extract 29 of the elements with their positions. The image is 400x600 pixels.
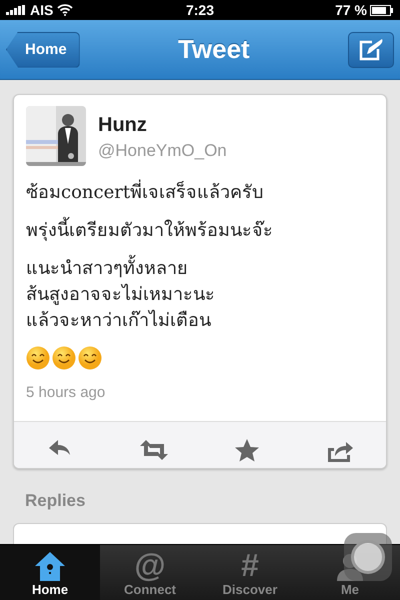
user-handle: @HoneYmO_On (98, 141, 227, 161)
back-button[interactable]: Home (6, 32, 80, 68)
battery-percent: 77 % (335, 2, 367, 18)
screen-title: Tweet (178, 34, 250, 65)
house-icon (34, 551, 66, 581)
clock-time: 7:23 (184, 2, 215, 18)
signal-icon (6, 5, 26, 15)
tab-icon: @ (134, 549, 166, 581)
tab-button[interactable]: @ Connect (100, 545, 200, 600)
tweet-text: พรุ่งนี้เตรียมตัวมาให้พร้อมนะจ๊ะ (26, 218, 374, 244)
section-heading: Replies (25, 491, 86, 512)
wifi-icon (57, 4, 74, 16)
compose-icon (358, 38, 384, 62)
tweet-text: ส้นสูงอาจจะไม่เหมาะนะ (26, 282, 216, 307)
tab-icon: # (241, 549, 259, 581)
user-name: Hunz (98, 114, 148, 137)
battery-icon (370, 4, 394, 16)
tweet-text: ซ้อมconcertพี่เจเสร็จแล้วครับ (26, 180, 374, 206)
carrier-name: AIS (30, 2, 54, 18)
tab-button[interactable]: # Discover (200, 545, 300, 600)
tweet-text: แล้วจะหาว่าเก๊าไม่เตือน (26, 308, 212, 333)
smiley-icon (52, 346, 76, 370)
tweet-text: แนะนำสาวๆทั้งหลาย (26, 256, 374, 282)
compose-button[interactable] (348, 32, 394, 68)
tweet-time: 5 hours ago (25, 383, 106, 403)
smiley-icon (26, 346, 50, 370)
smiley-icon (78, 346, 102, 370)
assistive-touch-button[interactable] (344, 533, 392, 581)
tab-button[interactable]: Home (0, 545, 100, 600)
